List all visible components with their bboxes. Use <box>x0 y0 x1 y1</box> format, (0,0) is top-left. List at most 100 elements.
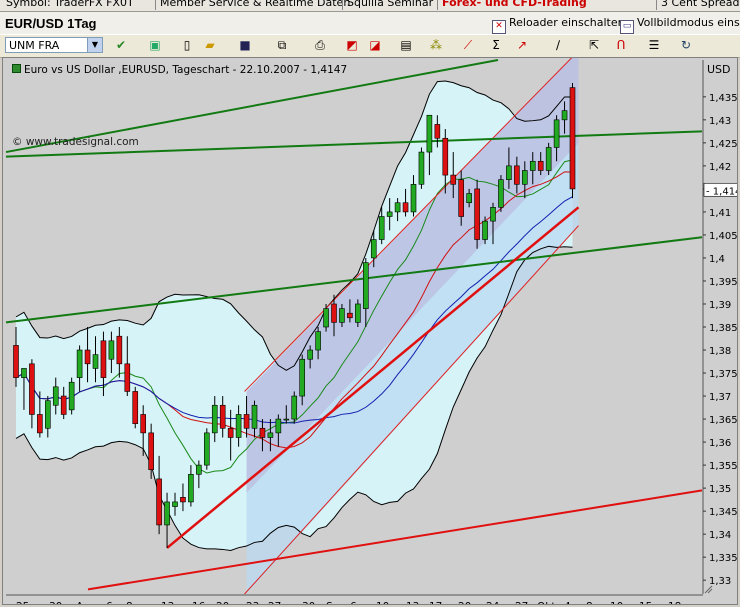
chevron-down-icon[interactable]: ▼ <box>87 38 102 52</box>
candle-body <box>299 358 306 397</box>
x-tick-label: 13. <box>161 601 178 604</box>
options-icon[interactable]: ☰ <box>645 37 663 54</box>
candle-body <box>172 501 178 507</box>
candle-body <box>52 386 59 406</box>
exchange-select[interactable]: UNM FRA ▼ <box>5 37 103 53</box>
cycle-icon[interactable]: ↻ <box>677 37 695 54</box>
candle-body <box>323 308 329 328</box>
trend-icon[interactable]: ↗ <box>513 37 531 54</box>
candle-body <box>450 174 457 185</box>
tab-forex-cfd[interactable]: Forex- und CFD-Trading <box>437 0 591 10</box>
candle-body <box>537 160 544 171</box>
sum-icon[interactable]: Σ <box>487 37 505 54</box>
candle-body <box>521 170 528 185</box>
x-tick-label: 23. <box>246 601 263 604</box>
candle-body <box>545 147 552 171</box>
candle-body <box>529 160 536 171</box>
candle-body <box>227 427 234 438</box>
tab-squilla-seminar[interactable]: Squilla Seminar <box>342 0 437 10</box>
chart-title: Euro vs US Dollar ,EURUSD, Tageschart - … <box>24 64 348 76</box>
candle-body <box>307 349 313 360</box>
y-tick-label: 1,425 <box>709 139 737 150</box>
x-tick-label: 10. <box>610 601 627 604</box>
chart-panel[interactable]: USD1,4351,431,4251,421,4151,411,4051,41,… <box>2 57 738 605</box>
y-tick-label: 1,42 <box>709 162 731 173</box>
candle-body <box>362 262 369 309</box>
candle-body <box>514 165 520 185</box>
y-tick-label: 1,34 <box>709 530 731 541</box>
chart-window-titlebar: EUR/USD 1Tag ✕ Reloader einschalten ▭ Voll… <box>0 12 740 34</box>
candle-body <box>211 404 218 434</box>
magnet-icon[interactable]: Ո <box>612 37 630 54</box>
draw-line-icon[interactable]: ∕ <box>549 37 567 54</box>
x-tick-label: 18. <box>668 601 685 604</box>
reload-toggle-button[interactable]: ✕ Reloader einschalten <box>492 16 625 34</box>
refresh-icon[interactable]: ✔ <box>112 37 130 54</box>
cursor-icon[interactable]: ⇱ <box>585 37 603 54</box>
x-tick-label: 8. <box>126 601 136 604</box>
candle-body <box>402 202 409 213</box>
chart-style-icon[interactable]: ◩ <box>343 37 361 54</box>
candle-body <box>378 216 385 240</box>
y-tick-label: 1,35 <box>709 484 731 495</box>
candle-body <box>355 303 361 323</box>
x-tick-label: 20. <box>216 601 233 604</box>
candle-body <box>140 414 146 434</box>
open-icon[interactable]: ▰ <box>201 37 219 54</box>
reload-icon: ✕ <box>492 20 506 34</box>
candle-body <box>164 501 170 526</box>
candle-body <box>315 331 321 351</box>
candle-body <box>434 124 441 139</box>
y-tick-label: 1,355 <box>709 461 737 472</box>
line-tools-icon[interactable]: ⟋ <box>459 37 477 54</box>
candle-body <box>331 303 337 323</box>
candle-body <box>124 363 131 392</box>
candle-body <box>386 211 393 217</box>
properties-icon[interactable]: ▣ <box>146 37 164 54</box>
y-tick-label: 1,335 <box>709 553 737 564</box>
candle-body <box>466 193 472 204</box>
new-icon[interactable]: ▯ <box>178 37 196 54</box>
indicator-icon[interactable]: ◪ <box>366 37 384 54</box>
candle-body <box>132 391 139 424</box>
fullscreen-toggle-button[interactable]: ▭Vollbildmodus einscha <box>620 16 740 34</box>
x-tick-label: 25. <box>16 601 33 604</box>
x-tick-label: 15. <box>639 601 656 604</box>
candle-body <box>21 368 27 378</box>
tab-symbol[interactable]: Symbol: TraderFX FX0T <box>2 0 138 10</box>
y-tick-label: 1,36 <box>709 438 731 449</box>
tab-member-service[interactable]: Member Service & Realtime Daten <box>155 0 354 10</box>
copy-icon[interactable]: ⧉ <box>273 37 291 54</box>
save-icon[interactable]: ■ <box>236 37 254 54</box>
x-tick-label: 17. <box>429 601 446 604</box>
candle-body <box>251 404 258 429</box>
y-tick-label: 1,39 <box>709 300 731 311</box>
candle-body <box>506 165 512 180</box>
x-tick-label: 30. <box>302 601 319 604</box>
y-tick-label: 1,365 <box>709 415 737 426</box>
y-tick-label: 1,37 <box>709 392 731 403</box>
x-tick-label: 24. <box>486 601 503 604</box>
x-tick-label: 27. <box>268 601 285 604</box>
candle-type-icon[interactable]: ⁂ <box>427 37 445 54</box>
y-tick-label: 1,33 <box>709 576 731 587</box>
candle-body <box>60 395 67 415</box>
x-tick-label: Okt <box>537 601 555 604</box>
print-icon[interactable]: ⎙ <box>311 37 329 54</box>
fullscreen-icon: ▭ <box>620 20 634 34</box>
tab-3-cent-spread[interactable]: 3 Cent Spread a <box>656 0 740 10</box>
x-tick-label: Sep <box>326 601 346 604</box>
watermark: © www.tradesignal.com <box>12 136 139 148</box>
candle-body <box>275 418 282 434</box>
candle-body <box>84 349 91 365</box>
y-tick-label: 1,43 <box>709 116 731 127</box>
candle-body <box>458 179 465 217</box>
candle-body <box>426 114 433 153</box>
candle-body <box>339 308 345 323</box>
x-tick-label: Aug <box>76 601 97 604</box>
layout-icon[interactable]: ▤ <box>397 37 415 54</box>
x-tick-label: 8. <box>586 601 596 604</box>
reload-label: Reloader einschalten <box>509 16 625 29</box>
x-tick-label: 6. <box>350 601 360 604</box>
candle-body <box>394 202 401 213</box>
